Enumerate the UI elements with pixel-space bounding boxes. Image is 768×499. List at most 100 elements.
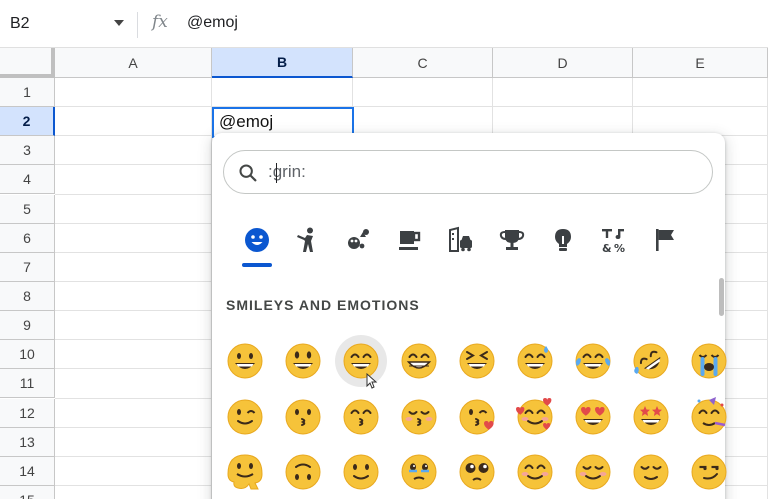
column-header-c[interactable]: C: [353, 48, 493, 78]
sweat-smile-icon: [517, 343, 553, 379]
tab-animals-nature[interactable]: [342, 223, 376, 257]
emoji-sob-icon[interactable]: [683, 335, 735, 387]
cell-reference: B2: [10, 15, 30, 32]
divider: [137, 12, 138, 38]
emoji-smirk-icon[interactable]: [683, 446, 735, 498]
emoji-kissing-closed-eyes-icon[interactable]: [393, 391, 445, 443]
emoji-relaxed-icon[interactable]: [567, 446, 619, 498]
smiley-icon: [285, 343, 321, 379]
emoji-rofl-icon[interactable]: [625, 335, 677, 387]
emoji-kissing-smiling-eyes-icon[interactable]: [335, 391, 387, 443]
smirk-icon: [691, 454, 727, 490]
person-icon: [297, 227, 313, 252]
emoji-search-input[interactable]: [268, 160, 688, 184]
emoji-upside-down-icon[interactable]: [277, 446, 329, 498]
column-header-d[interactable]: D: [493, 48, 633, 78]
selected-tab-indicator: [242, 263, 272, 267]
grinning-icon: [227, 343, 263, 379]
column-header-b[interactable]: B: [212, 48, 353, 78]
row-header-10[interactable]: 10: [0, 340, 55, 370]
row-header-14[interactable]: 14: [0, 456, 55, 486]
tab-symbols[interactable]: & %: [597, 223, 631, 257]
emoji-smiley-icon[interactable]: [277, 335, 329, 387]
row-header-12[interactable]: 12: [0, 398, 55, 428]
melting-icon: [227, 454, 263, 490]
grin-icon: [401, 343, 437, 379]
mouse-pointer-icon: [366, 373, 378, 389]
emoji-joy-icon[interactable]: [567, 335, 619, 387]
flag-icon: [656, 229, 674, 251]
emoji-slight-smile-icon[interactable]: [335, 446, 387, 498]
heart-eyes-icon: [575, 399, 611, 435]
row-header-11[interactable]: 11: [0, 369, 55, 399]
tab-food-drink[interactable]: [393, 223, 427, 257]
row-header-8[interactable]: 8: [0, 281, 55, 311]
smiley-icon: [245, 228, 269, 252]
row-header-6[interactable]: 6: [0, 223, 55, 253]
emoji-sweat-smile-icon[interactable]: [509, 335, 561, 387]
joy-icon: [575, 343, 611, 379]
text-caret: [276, 163, 277, 183]
emoji-laughing-icon[interactable]: [451, 335, 503, 387]
tab-smileys[interactable]: [240, 223, 274, 257]
smiling-hearts-icon: [516, 398, 553, 435]
emoji-kissing-icon[interactable]: [277, 391, 329, 443]
row-header-3[interactable]: 3: [0, 136, 55, 166]
formula-bar: B2 fx @emoj: [0, 0, 768, 48]
scrollbar-thumb[interactable]: [719, 278, 724, 316]
row-header-15[interactable]: 15: [0, 485, 55, 499]
emoji-kissing-heart-icon[interactable]: [451, 391, 503, 443]
tab-activities[interactable]: [495, 223, 529, 257]
rofl-icon: [633, 343, 669, 379]
column-header-e[interactable]: E: [633, 48, 768, 78]
tab-objects[interactable]: [546, 223, 580, 257]
emoji-wink-icon[interactable]: [219, 391, 271, 443]
row-header-13[interactable]: 13: [0, 427, 55, 457]
tab-travel-places[interactable]: [444, 223, 478, 257]
svg-text:&: &: [602, 242, 612, 254]
partying-icon: [691, 397, 727, 435]
slight-smile-icon: [343, 454, 379, 490]
column-header-a[interactable]: A: [55, 48, 212, 78]
emoji-smile-icon[interactable]: [335, 335, 387, 387]
kissing-closed-eyes-icon: [401, 399, 437, 435]
sob-icon: [691, 343, 727, 379]
row-header-1[interactable]: 1: [0, 78, 55, 107]
name-box[interactable]: B2: [0, 8, 130, 40]
relieved-icon: [633, 454, 669, 490]
emoji-category-tabs: & %: [233, 223, 713, 273]
select-all-corner[interactable]: [0, 48, 55, 78]
relaxed-icon: [575, 454, 611, 490]
emoji-relieved-icon[interactable]: [625, 446, 677, 498]
emoji-grinning-icon[interactable]: [219, 335, 271, 387]
emoji-grin-icon[interactable]: [393, 335, 445, 387]
emoji-picker: & % SMILEYS AND EMOTIONS: [212, 133, 727, 499]
emoji-star-struck-icon[interactable]: [625, 391, 677, 443]
section-title: SMILEYS AND EMOTIONS: [226, 297, 420, 313]
emoji-pleading-icon[interactable]: [451, 446, 503, 498]
row-header-4[interactable]: 4: [0, 165, 55, 195]
holding-back-tears-icon: [401, 454, 437, 490]
chevron-down-icon[interactable]: [114, 20, 124, 26]
emoji-heart-eyes-icon[interactable]: [567, 391, 619, 443]
lightbulb-icon: [555, 229, 571, 251]
emoji-search-box[interactable]: [223, 150, 713, 194]
tab-people[interactable]: [291, 223, 325, 257]
emoji-holding-back-tears-icon[interactable]: [393, 446, 445, 498]
tab-flags[interactable]: [648, 223, 682, 257]
formula-input[interactable]: @emoj: [187, 14, 238, 32]
emoji-smiling-hearts-icon[interactable]: [509, 391, 561, 443]
emoji-blush-icon[interactable]: [509, 446, 561, 498]
blush-icon: [517, 454, 553, 490]
emoji-melting-icon[interactable]: [219, 446, 271, 498]
emoji-partying-icon[interactable]: [683, 391, 735, 443]
pleading-icon: [459, 454, 495, 490]
row-header-7[interactable]: 7: [0, 252, 55, 282]
travel-icon: [449, 226, 472, 252]
trophy-icon: [499, 230, 525, 250]
row-header-9[interactable]: 9: [0, 311, 55, 341]
row-header-5[interactable]: 5: [0, 194, 55, 224]
star-struck-icon: [633, 399, 669, 435]
row-header-2[interactable]: 2: [0, 107, 55, 137]
nature-icon: [348, 229, 369, 249]
